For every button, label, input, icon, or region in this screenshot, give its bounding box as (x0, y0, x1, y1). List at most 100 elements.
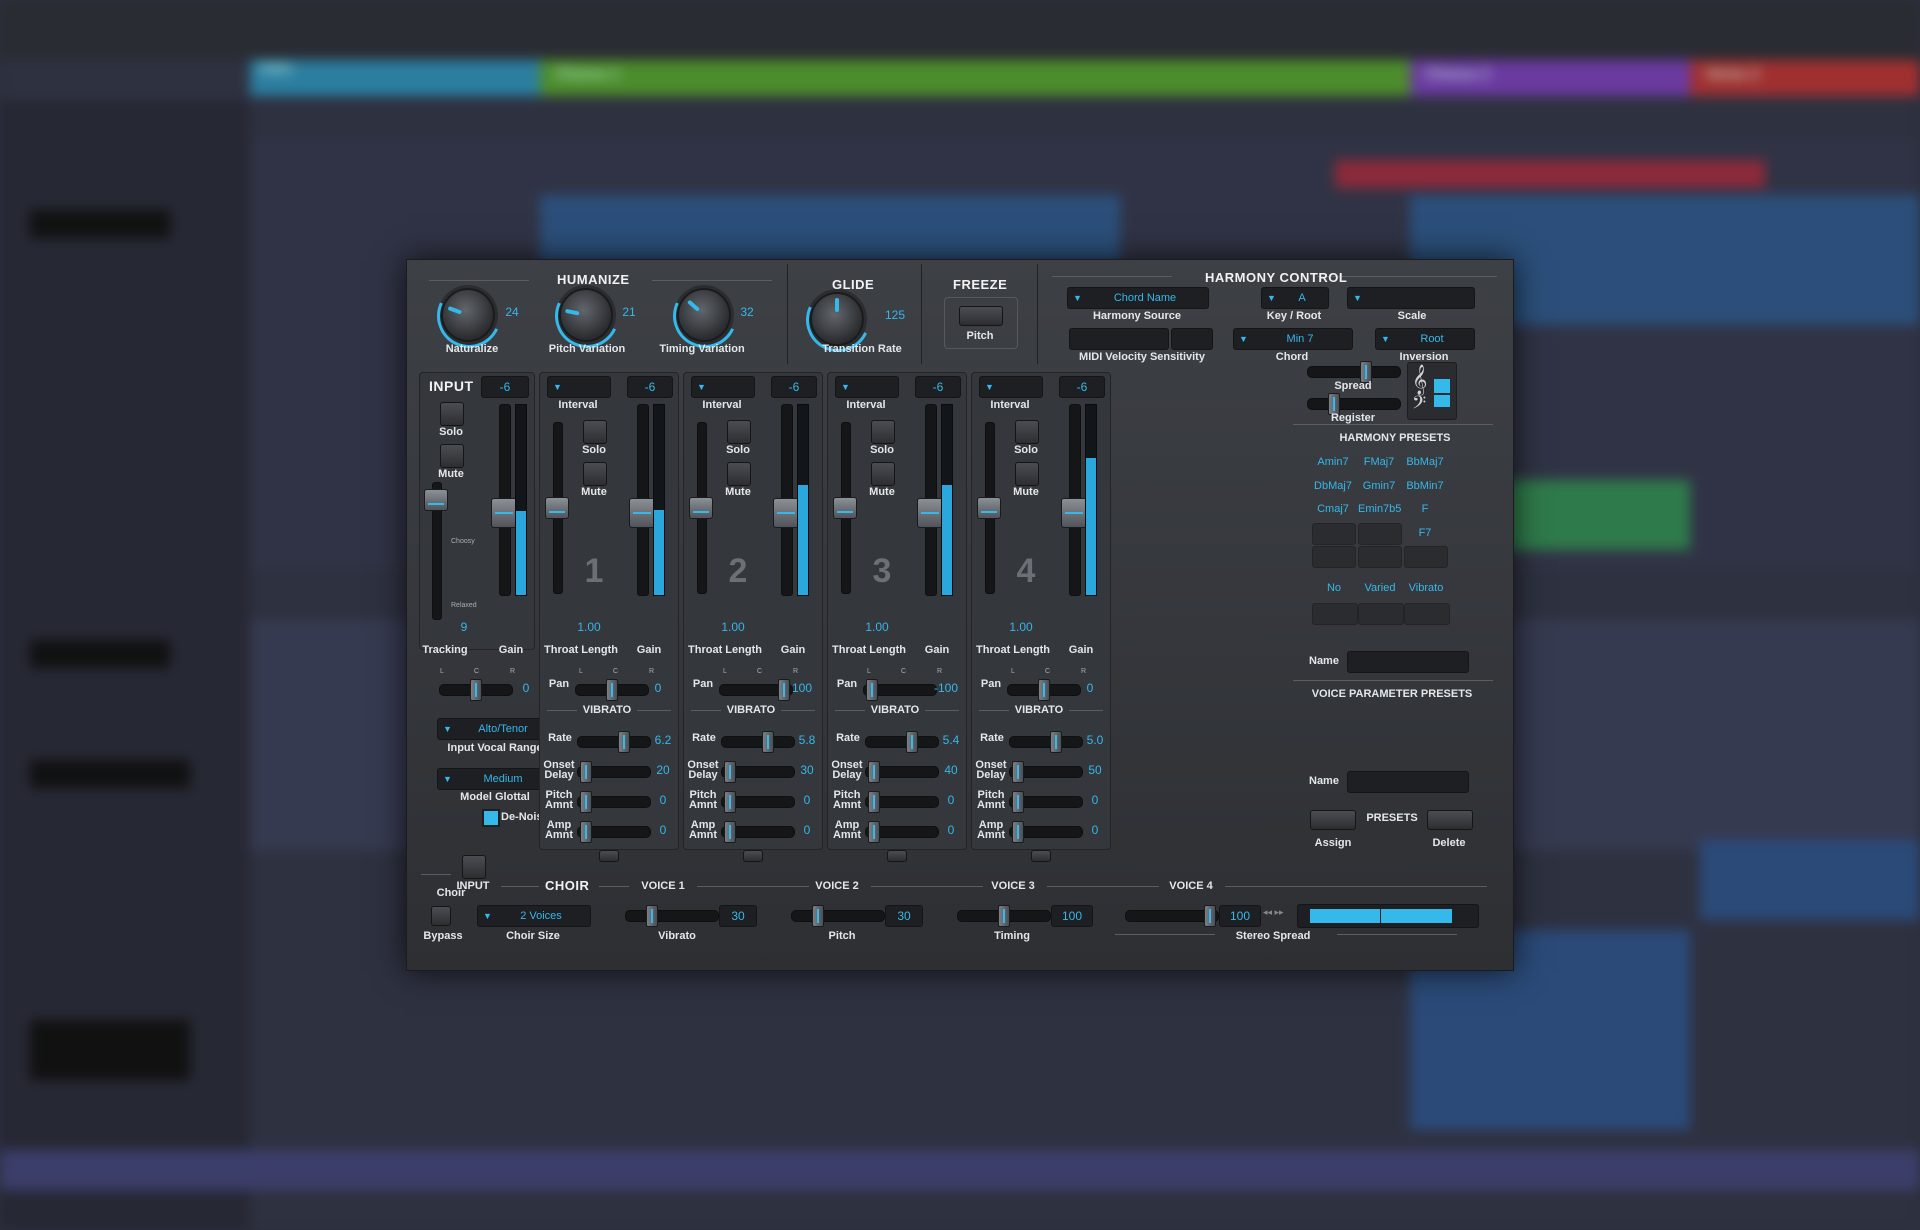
inversion-dropdown[interactable]: ▼ Root (1375, 328, 1475, 350)
pitch-amount-slider[interactable] (577, 791, 651, 813)
slider-thumb[interactable] (724, 791, 736, 813)
voice-solo-button[interactable] (871, 420, 895, 444)
voice-mute-button[interactable] (1015, 462, 1039, 486)
spread-slider[interactable] (1307, 361, 1401, 383)
slider-thumb[interactable] (580, 821, 592, 843)
input-pan-slider[interactable] (439, 679, 513, 701)
slider-thumb[interactable] (724, 821, 736, 843)
pitch-variation-knob[interactable] (545, 274, 629, 358)
onset-delay-value[interactable]: 50 (1081, 760, 1109, 780)
harmony-source-dropdown[interactable]: ▼ Chord Name (1067, 287, 1209, 309)
voice-gain-value[interactable]: -6 (771, 376, 817, 398)
harmony-preset-slot[interactable]: BbMin7 (1404, 476, 1446, 496)
voice-preset-slot[interactable]: Varied (1358, 578, 1402, 598)
slider-thumb[interactable] (868, 821, 880, 843)
amp-amount-value[interactable]: 0 (1081, 820, 1109, 840)
harmony-preset-slot[interactable]: Cmaj7 (1312, 499, 1354, 519)
voice-interval-dropdown[interactable]: ▼ (979, 376, 1043, 398)
slider-thumb[interactable] (977, 497, 1001, 519)
vibrato-rate-value[interactable]: 5.0 (1081, 730, 1109, 750)
throat-length-slider[interactable] (977, 422, 1001, 594)
voice-pan-value[interactable]: -100 (929, 678, 963, 698)
harmony-preset-slot[interactable]: Gmin7 (1358, 476, 1400, 496)
voice-gain-fader-thumb[interactable] (917, 498, 943, 528)
pitch-amount-value[interactable]: 0 (937, 790, 965, 810)
vibrato-rate-slider[interactable] (577, 731, 651, 753)
slider-thumb[interactable] (1012, 791, 1024, 813)
chord-dropdown[interactable]: ▼ Min 7 (1233, 328, 1353, 350)
slider-thumb[interactable] (833, 497, 857, 519)
harmony-preset-slot[interactable]: Emin7b5 (1358, 499, 1401, 519)
freeze-pitch-button[interactable] (959, 306, 1003, 326)
voice-gain-fader-thumb[interactable] (1061, 498, 1087, 528)
input-gain-value[interactable]: -6 (481, 376, 529, 398)
slider-thumb[interactable] (812, 905, 824, 927)
harmony-preset-name-field[interactable] (1347, 651, 1469, 673)
voice-solo-button[interactable] (583, 420, 607, 444)
voice-pan-value[interactable]: 0 (1073, 678, 1107, 698)
throat-length-value[interactable]: 1.00 (569, 617, 609, 637)
pitch-variation-value[interactable]: 21 (614, 302, 644, 322)
voice-pan-slider[interactable] (863, 679, 937, 701)
onset-delay-value[interactable]: 40 (937, 760, 965, 780)
slider-thumb[interactable] (868, 791, 880, 813)
model-glottal-dropdown[interactable]: ▼ Medium (437, 768, 555, 790)
onset-delay-value[interactable]: 20 (649, 760, 677, 780)
slider-thumb[interactable] (689, 497, 713, 519)
voice-pan-slider[interactable] (575, 679, 649, 701)
voice-pan-slider[interactable] (1007, 679, 1081, 701)
harmony-preset-slot[interactable]: F (1404, 499, 1446, 519)
throat-length-value[interactable]: 1.00 (857, 617, 897, 637)
voice-pan-value[interactable]: 100 (785, 678, 819, 698)
choir-pitch-slider[interactable] (791, 905, 885, 927)
voice-solo-button[interactable] (1015, 420, 1039, 444)
input-vocal-range-dropdown[interactable]: ▼ Alto/Tenor (437, 718, 555, 740)
amp-amount-slider[interactable] (721, 821, 795, 843)
slider-thumb[interactable] (424, 489, 448, 511)
harmony-preset-slot[interactable]: DbMaj7 (1312, 476, 1354, 496)
voice-enable-button[interactable] (1031, 850, 1051, 862)
slider-thumb[interactable] (580, 791, 592, 813)
scale-dropdown[interactable]: ▼ (1347, 287, 1475, 309)
slider-thumb[interactable] (724, 761, 736, 783)
slider-thumb[interactable] (1012, 761, 1024, 783)
slider-thumb[interactable] (998, 905, 1010, 927)
vibrato-rate-value[interactable]: 5.8 (793, 730, 821, 750)
slider-thumb[interactable] (1050, 731, 1062, 753)
voice-preset-name-field[interactable] (1347, 771, 1469, 793)
transition-rate-value[interactable]: 125 (879, 305, 911, 325)
stereo-spread-value[interactable]: 100 (1219, 905, 1261, 927)
amp-amount-slider[interactable] (865, 821, 939, 843)
throat-length-slider[interactable] (545, 422, 569, 594)
slider-thumb[interactable] (906, 731, 918, 753)
timing-variation-value[interactable]: 32 (732, 302, 762, 322)
harmony-preset-slot[interactable]: FMaj7 (1358, 452, 1400, 472)
voice-preset-slot[interactable] (1312, 603, 1358, 625)
slider-thumb[interactable] (866, 679, 878, 701)
slider-thumb[interactable] (868, 761, 880, 783)
voice-preset-slot[interactable] (1404, 603, 1450, 625)
midi-velocity-toggle[interactable] (1171, 328, 1213, 350)
slider-thumb[interactable] (470, 679, 482, 701)
amp-amount-value[interactable]: 0 (793, 820, 821, 840)
input-mute-button[interactable] (440, 444, 464, 468)
throat-length-slider[interactable] (833, 422, 857, 594)
voice-gain-value[interactable]: -6 (915, 376, 961, 398)
amp-amount-slider[interactable] (1009, 821, 1083, 843)
onset-delay-slider[interactable] (577, 761, 651, 783)
input-gain-fader-thumb[interactable] (491, 498, 517, 528)
voice-enable-button[interactable] (887, 850, 907, 862)
delete-preset-button[interactable] (1427, 810, 1473, 830)
stereo-spread-slider[interactable] (1125, 905, 1219, 927)
harmony-preset-slot[interactable]: F7 (1404, 523, 1446, 543)
slider-thumb[interactable] (618, 731, 630, 753)
voice-solo-button[interactable] (727, 420, 751, 444)
harmony-preset-slot[interactable]: BbMaj7 (1404, 452, 1446, 472)
choir-input-button[interactable] (462, 855, 486, 879)
onset-delay-slider[interactable] (1009, 761, 1083, 783)
vibrato-rate-slider[interactable] (865, 731, 939, 753)
harmony-preset-slot[interactable] (1312, 522, 1356, 545)
denoise-checkbox[interactable] (482, 809, 500, 827)
voice-enable-button[interactable] (743, 850, 763, 862)
voice-enable-button[interactable] (599, 850, 619, 862)
